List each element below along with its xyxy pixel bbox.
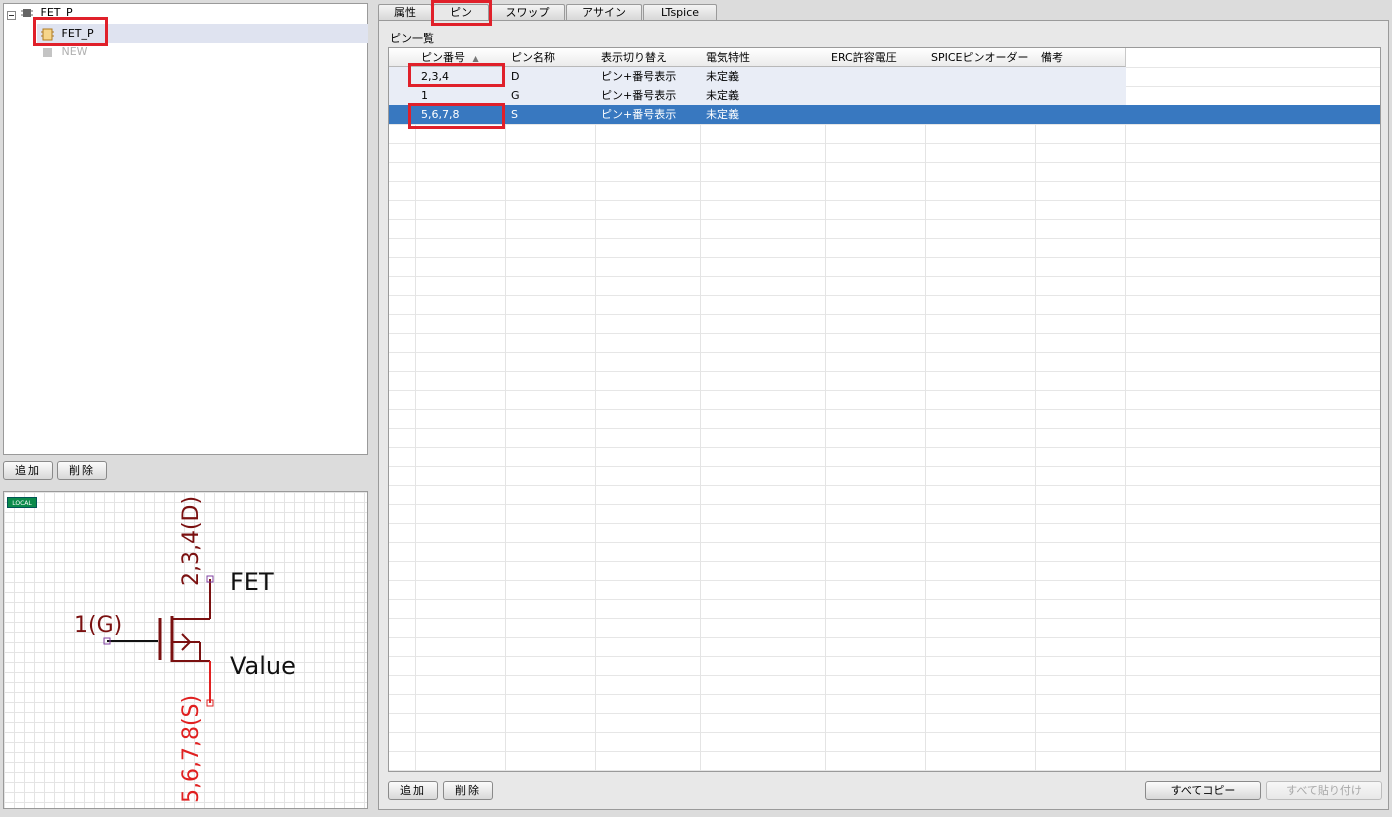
cell-pin-name[interactable]: G [505, 86, 520, 105]
gate-pin-label: 1(G) [74, 613, 123, 638]
pin-add-button[interactable]: 追加 [388, 781, 438, 800]
drain-pin-label: 2,3,4(D) [179, 495, 204, 586]
source-pin-text: 5,6,7,8(S) [179, 694, 204, 803]
pin-list-heading: ピン一覧 [390, 32, 434, 45]
column-header-erc-voltage[interactable]: ERC許容電圧 [825, 48, 926, 67]
tree-child-item[interactable]: FET_P [41, 25, 94, 42]
pin-delete-button[interactable]: 削除 [443, 781, 493, 800]
tree-new-label: NEW [61, 45, 88, 58]
tab-attributes-label: 属性 [394, 6, 416, 19]
tab-assign[interactable]: アサイン [566, 4, 642, 21]
tree-delete-button[interactable]: 削除 [57, 461, 107, 480]
cell-electrical[interactable]: 未定義 [700, 67, 739, 86]
tab-swap-label: スワップ [505, 6, 550, 19]
col-divider [415, 48, 416, 771]
pin-table[interactable]: ピン番号 ▲ ピン名称 表示切り替え 電気特性 ERC許容電圧 SPICEピンオ… [388, 47, 1381, 772]
cell-pin-name[interactable]: D [505, 67, 519, 86]
chip-icon [41, 28, 54, 40]
drain-pin-text: 2,3,4(D) [179, 495, 204, 586]
cell-electrical[interactable]: 未定義 [700, 86, 739, 105]
cell-pin-name[interactable]: S [505, 105, 518, 124]
tab-attributes[interactable]: 属性 [378, 4, 432, 21]
tree-child-label: FET_P [61, 27, 94, 40]
col-divider [925, 48, 926, 771]
tree-new-item[interactable]: NEW [41, 43, 88, 60]
column-header-display[interactable]: 表示切り替え [595, 48, 701, 67]
col-divider [505, 48, 506, 771]
column-header-label: ピン番号 [421, 51, 465, 64]
tree-root-label: FET_P [40, 6, 73, 19]
col-divider [1125, 48, 1126, 771]
symbol-preview[interactable]: LOCAL 2,3,4(D) 5,6,7,8(S) 1(G) FET Value [3, 491, 368, 809]
cell-pin-number[interactable]: 2,3,4 [415, 67, 449, 86]
tree-add-button[interactable]: 追加 [3, 461, 53, 480]
tree-root-item[interactable]: FET_P [21, 4, 73, 21]
sort-ascending-icon: ▲ [472, 54, 479, 63]
column-header-notes[interactable]: 備考 [1035, 48, 1126, 67]
tab-assign-label: アサイン [582, 6, 626, 19]
cell-electrical[interactable]: 未定義 [700, 105, 739, 124]
column-header-spice-order[interactable]: SPICEピンオーダー [925, 48, 1036, 67]
tab-ltspice-label: LTspice [660, 6, 700, 19]
collapse-toggle-icon[interactable] [7, 11, 16, 20]
column-header-pin-number[interactable]: ピン番号 ▲ [415, 48, 506, 67]
table-row-selected[interactable]: 5,6,7,8 S ピン+番号表示 未定義 [389, 105, 1380, 124]
value-label: Value [230, 652, 296, 680]
tab-ltspice[interactable]: LTspice [643, 4, 717, 21]
col-divider [700, 48, 701, 771]
table-row[interactable]: 1 G ピン+番号表示 未定義 [389, 86, 1126, 105]
grid-lines [389, 67, 1380, 771]
chip-icon [21, 9, 33, 17]
col-divider [1035, 48, 1036, 771]
source-pin-label: 5,6,7,8(S) [179, 694, 204, 803]
component-tree[interactable]: FET_P FET_P NEW [3, 3, 368, 455]
col-divider [825, 48, 826, 771]
paste-all-button[interactable]: すべて貼り付け [1266, 781, 1382, 800]
chip-icon [43, 47, 52, 57]
copy-all-button[interactable]: すべてコピー [1145, 781, 1261, 800]
cell-pin-number[interactable]: 5,6,7,8 [415, 105, 459, 124]
cell-pin-number[interactable]: 1 [415, 86, 428, 105]
col-divider [595, 48, 596, 771]
table-row[interactable]: 2,3,4 D ピン+番号表示 未定義 [389, 67, 1126, 86]
cell-display[interactable]: ピン+番号表示 [595, 86, 676, 105]
column-header-pin-name[interactable]: ピン名称 [505, 48, 596, 67]
reference-label: FET [230, 568, 274, 596]
row-header-corner [389, 48, 416, 67]
tab-swap[interactable]: スワップ [490, 4, 565, 21]
column-header-electrical[interactable]: 電気特性 [700, 48, 826, 67]
tab-pins-label: ピン [450, 6, 472, 19]
cell-display[interactable]: ピン+番号表示 [595, 67, 676, 86]
cell-display[interactable]: ピン+番号表示 [595, 105, 676, 124]
